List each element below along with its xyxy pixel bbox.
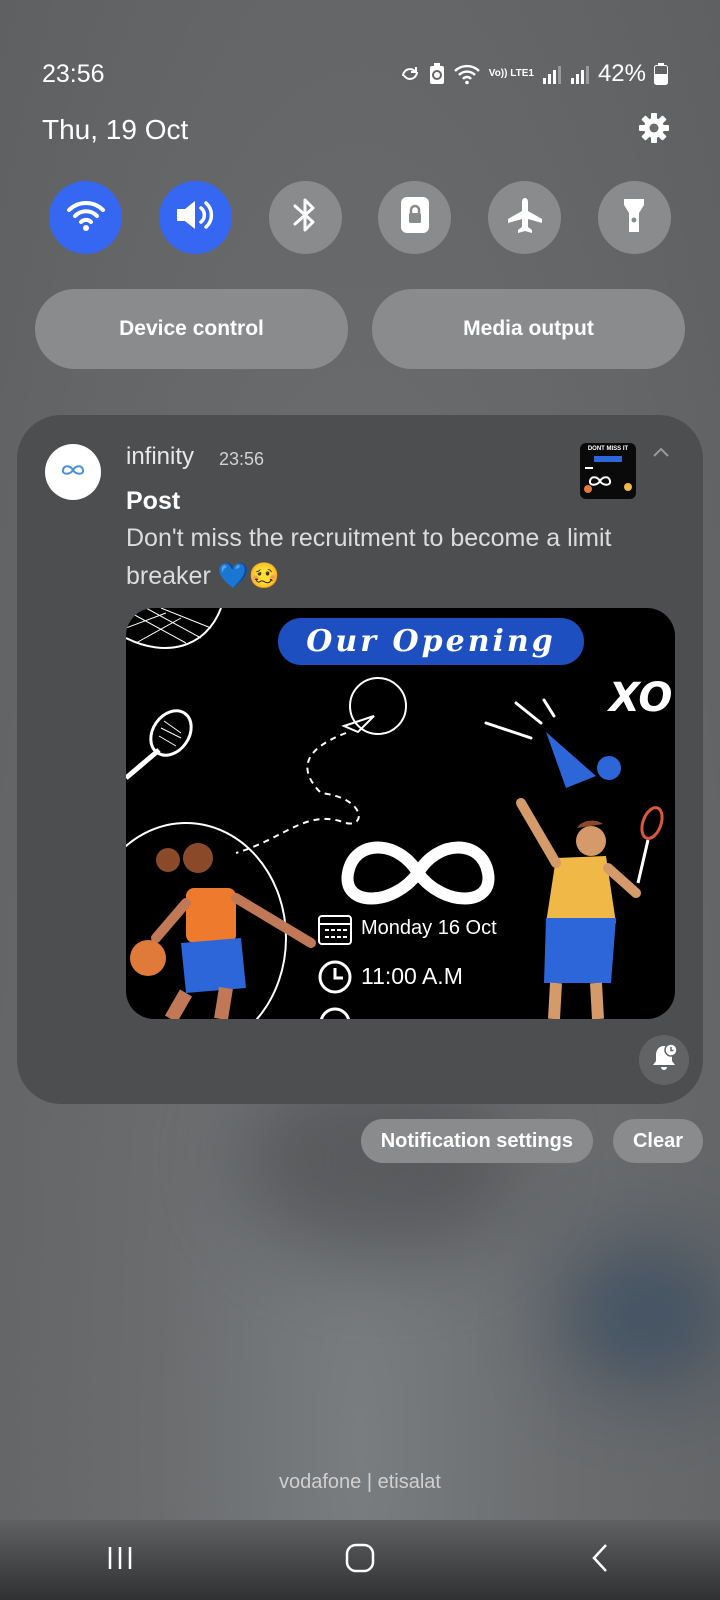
image-date-text: Monday 16 Oct [361,917,497,939]
thumbnail-text: DONT MISS IT [587,446,629,452]
infinity-logo-icon [61,463,85,482]
wifi-icon [66,198,106,237]
toggle-rotation-lock[interactable] [378,181,452,254]
media-output-button[interactable]: Media output [372,289,685,369]
recents-button[interactable] [80,1530,160,1590]
gear-icon[interactable] [638,112,670,149]
app-icon [45,444,101,500]
notification-title: Post [126,487,181,515]
battery-percent: 42% [597,60,646,87]
toggle-flashlight[interactable] [597,181,671,254]
date-label: Thu, 19 Oct [42,114,189,145]
flashlight-icon [619,195,649,240]
volte-icon: Vo)) LTE1 [488,68,534,79]
snooze-bell-icon [650,1042,678,1078]
status-time: 23:56 [42,59,105,88]
collapse-chevron-icon[interactable] [651,445,671,464]
battery-icon [654,63,668,85]
image-heading: Our Opening [306,624,556,659]
device-control-button[interactable]: Device control [35,289,348,369]
navigation-bar [0,1520,720,1600]
recents-icon [106,1545,134,1576]
battery-saver-icon [429,63,445,85]
quick-toggles [49,181,671,254]
notification-card[interactable]: infinity 23:56 DONT MISS IT Post Don't m… [17,415,703,1104]
svg-text:XO: XO [606,675,672,721]
back-icon [590,1543,610,1578]
lock-icon [398,195,432,240]
carrier-label: vodafone | etisalat [279,1471,441,1493]
snooze-button[interactable] [639,1035,689,1085]
notification-thumbnail: DONT MISS IT [580,443,636,499]
toggle-bluetooth[interactable] [268,181,342,254]
notification-settings-button[interactable]: Notification settings [360,1119,593,1163]
background-blur-blue [560,1240,720,1390]
home-icon [345,1543,375,1578]
image-time-text: 11:00 A.M [361,963,463,989]
volume-icon [174,198,216,237]
sync-icon [399,63,421,85]
bluetooth-icon [291,196,319,239]
notification-image[interactable]: XO Our Opening Monday 16 Oct 11:00 A.M [126,608,675,1019]
toggle-sound[interactable] [158,181,232,254]
status-icons: Vo)) LTE1 42% [399,60,668,88]
status-bar: 23:56 Vo)) LTE1 42% [42,56,668,92]
app-name: infinity [126,443,195,470]
clear-button[interactable]: Clear [612,1119,703,1163]
panel-buttons: Device control Media output [35,289,685,369]
toggle-airplane-mode[interactable] [488,181,562,254]
home-button[interactable] [320,1530,400,1590]
back-button[interactable] [560,1530,640,1590]
notification-body: Don't miss the recruitment to become a l… [126,524,612,590]
toggle-wifi[interactable] [49,181,122,254]
signal-icon [542,64,562,84]
signal-icon [570,64,590,84]
date-row: Thu, 19 Oct [42,108,670,152]
airplane-icon [505,195,545,240]
notification-actions: Notification settings Clear [360,1119,703,1163]
notification-time: 23:56 [219,449,265,469]
wifi-icon [453,63,481,85]
